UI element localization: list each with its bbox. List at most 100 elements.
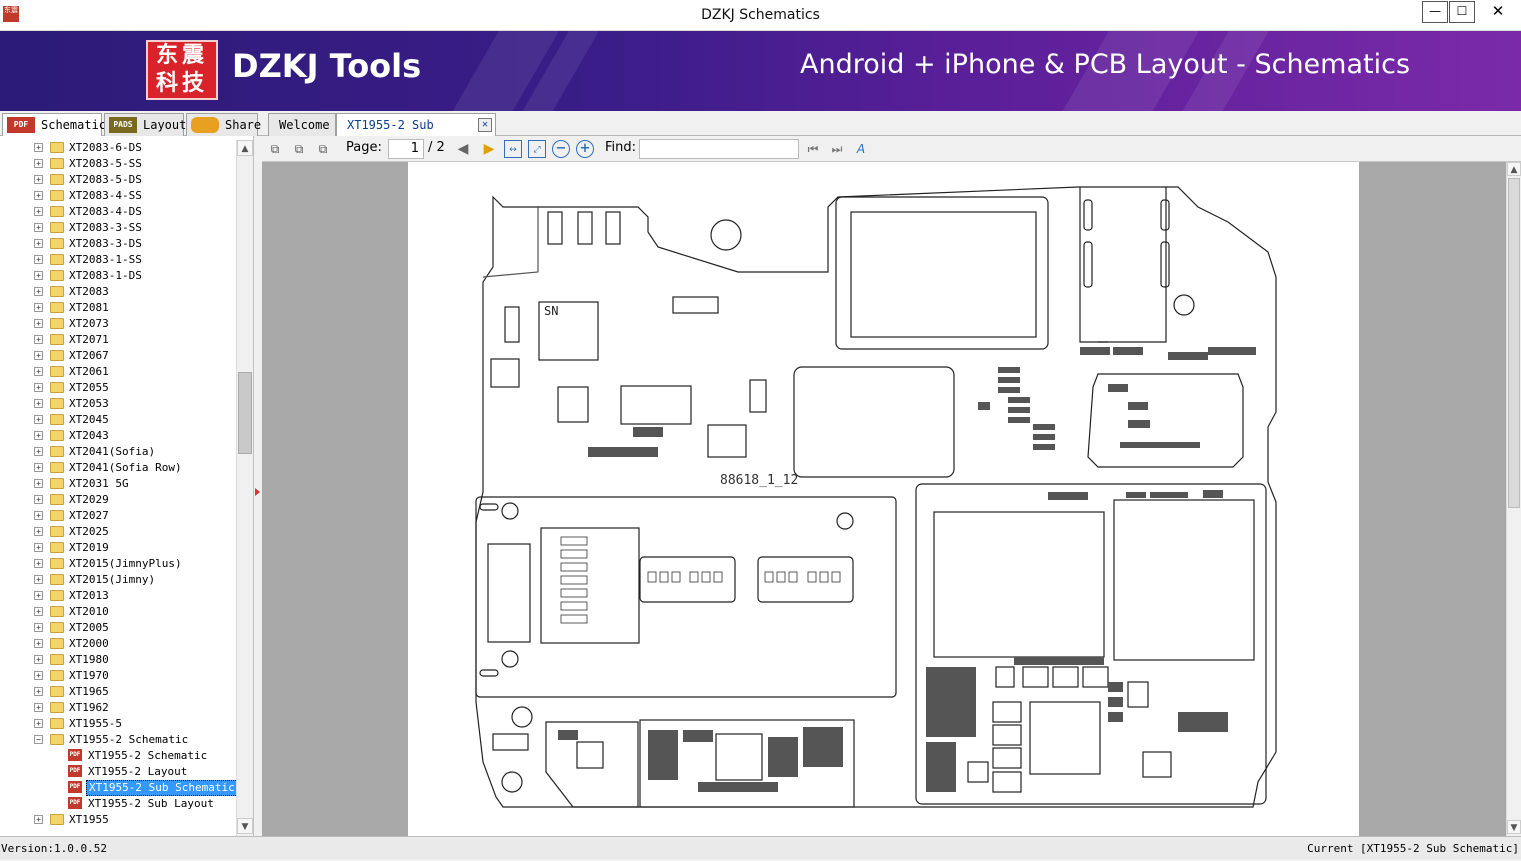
expand-icon[interactable]: + bbox=[34, 303, 43, 312]
page-number-input[interactable]: 1 bbox=[388, 139, 424, 159]
tree-folder[interactable]: + XT2015(Jimny) bbox=[0, 572, 236, 588]
document-scrollbar[interactable]: ▲ ▼ bbox=[1506, 162, 1521, 836]
expand-icon[interactable]: + bbox=[34, 607, 43, 616]
tree-folder[interactable]: + XT1962 bbox=[0, 700, 236, 716]
tree-folder[interactable]: + XT2067 bbox=[0, 348, 236, 364]
scroll-down-icon[interactable]: ▼ bbox=[237, 818, 253, 834]
tree-folder[interactable]: + XT2083-6-DS bbox=[0, 140, 236, 156]
tree-folder[interactable]: + XT2083-5-DS bbox=[0, 172, 236, 188]
tree-folder[interactable]: + XT2019 bbox=[0, 540, 236, 556]
expand-icon[interactable]: + bbox=[34, 703, 43, 712]
expand-icon[interactable]: + bbox=[34, 399, 43, 408]
minimize-button[interactable]: — bbox=[1422, 1, 1448, 23]
expand-icon[interactable]: + bbox=[34, 271, 43, 280]
panel-splitter[interactable] bbox=[254, 136, 262, 836]
expand-icon[interactable]: + bbox=[34, 191, 43, 200]
tree-folder[interactable]: + XT2005 bbox=[0, 620, 236, 636]
expand-icon[interactable]: + bbox=[34, 351, 43, 360]
scroll-up-icon[interactable]: ▲ bbox=[1507, 162, 1521, 176]
tab-share[interactable]: Share bbox=[186, 113, 261, 136]
zoom-in-icon[interactable]: + bbox=[576, 140, 594, 158]
expand-icon[interactable]: + bbox=[34, 367, 43, 376]
tree-folder[interactable]: + XT1980 bbox=[0, 652, 236, 668]
tree-folder[interactable]: + XT2013 bbox=[0, 588, 236, 604]
tree-folder[interactable]: + XT2045 bbox=[0, 412, 236, 428]
tree-file[interactable]: PDF XT1955-2 Sub Layout bbox=[0, 796, 236, 812]
tree-folder[interactable]: + XT2071 bbox=[0, 332, 236, 348]
tree-folder[interactable]: + XT1965 bbox=[0, 684, 236, 700]
tree-folder[interactable]: + XT2010 bbox=[0, 604, 236, 620]
tree-folder[interactable]: + XT2041(Sofia Row) bbox=[0, 460, 236, 476]
scroll-thumb[interactable] bbox=[238, 372, 252, 454]
expand-icon[interactable]: + bbox=[34, 207, 43, 216]
document-viewport[interactable]: SN 88618_1_12 bbox=[262, 162, 1506, 836]
schematic-page[interactable]: SN 88618_1_12 bbox=[408, 162, 1359, 836]
expand-icon[interactable]: + bbox=[34, 591, 43, 600]
tree-folder[interactable]: + XT2083-1-SS bbox=[0, 252, 236, 268]
expand-icon[interactable]: + bbox=[34, 479, 43, 488]
expand-icon[interactable]: + bbox=[34, 383, 43, 392]
tree-folder[interactable]: + XT2055 bbox=[0, 380, 236, 396]
tree-file[interactable]: PDF XT1955-2 Layout bbox=[0, 764, 236, 780]
tree-file[interactable]: PDF XT1955-2 Schematic bbox=[0, 748, 236, 764]
tree-folder[interactable]: + XT2073 bbox=[0, 316, 236, 332]
page-next-icon[interactable]: ▶ bbox=[480, 140, 498, 158]
close-tab-icon[interactable]: ✕ bbox=[478, 118, 492, 132]
tree-folder[interactable]: + XT2083-4-DS bbox=[0, 204, 236, 220]
expand-icon[interactable]: + bbox=[34, 655, 43, 664]
find-first-icon[interactable]: ⏮ bbox=[804, 140, 822, 158]
expand-icon[interactable]: + bbox=[34, 335, 43, 344]
tree-scrollbar[interactable]: ▲ ▼ bbox=[236, 140, 253, 836]
expand-icon[interactable]: + bbox=[34, 639, 43, 648]
close-button[interactable]: ✕ bbox=[1476, 1, 1520, 23]
expand-icon[interactable]: + bbox=[34, 559, 43, 568]
tree-folder[interactable]: + XT1970 bbox=[0, 668, 236, 684]
scroll-thumb[interactable] bbox=[1508, 178, 1520, 508]
tab-schematic[interactable]: PDF Schematic bbox=[2, 113, 106, 137]
tree-folder[interactable]: + XT2083-5-SS bbox=[0, 156, 236, 172]
expand-icon[interactable]: + bbox=[34, 463, 43, 472]
tree-folder[interactable]: + XT2043 bbox=[0, 428, 236, 444]
expand-icon[interactable]: + bbox=[34, 159, 43, 168]
tree-folder[interactable]: + XT2083 bbox=[0, 284, 236, 300]
tree-folder[interactable]: + XT2083-1-DS bbox=[0, 268, 236, 284]
tree-folder[interactable]: + XT2027 bbox=[0, 508, 236, 524]
expand-icon[interactable]: + bbox=[34, 671, 43, 680]
tab-layout[interactable]: PADS Layout bbox=[104, 113, 186, 136]
highlight-icon[interactable]: A bbox=[852, 140, 870, 158]
tree-folder[interactable]: + XT2029 bbox=[0, 492, 236, 508]
expand-icon[interactable]: + bbox=[34, 719, 43, 728]
find-input[interactable] bbox=[639, 139, 799, 159]
tree-folder[interactable]: + XT2025 bbox=[0, 524, 236, 540]
expand-icon[interactable]: + bbox=[34, 687, 43, 696]
tree-folder-open[interactable]: − XT1955-2 Schematic bbox=[0, 732, 236, 748]
tree-folder[interactable]: + XT2083-4-SS bbox=[0, 188, 236, 204]
expand-icon[interactable]: + bbox=[34, 511, 43, 520]
tree-folder[interactable]: + XT2061 bbox=[0, 364, 236, 380]
expand-icon[interactable]: + bbox=[34, 543, 43, 552]
copy-page-icon[interactable]: ⧉ bbox=[290, 140, 308, 158]
expand-icon[interactable]: + bbox=[34, 815, 43, 824]
fit-page-icon[interactable]: ⤢ bbox=[528, 140, 546, 158]
expand-icon[interactable]: + bbox=[34, 239, 43, 248]
scroll-up-icon[interactable]: ▲ bbox=[237, 140, 253, 156]
fit-width-icon[interactable]: ↔ bbox=[504, 140, 522, 158]
tree-folder[interactable]: + XT2041(Sofia) bbox=[0, 444, 236, 460]
copy-icon[interactable]: ⧉ bbox=[266, 140, 284, 158]
expand-icon[interactable]: + bbox=[34, 575, 43, 584]
tree-folder[interactable]: + XT2000 bbox=[0, 636, 236, 652]
maximize-button[interactable]: ☐ bbox=[1449, 1, 1475, 23]
expand-icon[interactable]: + bbox=[34, 223, 43, 232]
expand-icon[interactable]: + bbox=[34, 319, 43, 328]
tree-folder[interactable]: + XT1955-5 bbox=[0, 716, 236, 732]
collapse-arrow-icon[interactable] bbox=[255, 488, 260, 496]
tree-folder[interactable]: + XT2053 bbox=[0, 396, 236, 412]
tree-folder[interactable]: + XT2083-3-DS bbox=[0, 236, 236, 252]
expand-icon[interactable]: + bbox=[34, 623, 43, 632]
tab-welcome[interactable]: Welcome bbox=[268, 113, 336, 136]
zoom-out-icon[interactable]: − bbox=[552, 140, 570, 158]
copy-all-icon[interactable]: ⧉ bbox=[314, 140, 332, 158]
expand-icon[interactable]: + bbox=[34, 431, 43, 440]
expand-icon[interactable]: + bbox=[34, 255, 43, 264]
scroll-down-icon[interactable]: ▼ bbox=[1507, 820, 1521, 834]
